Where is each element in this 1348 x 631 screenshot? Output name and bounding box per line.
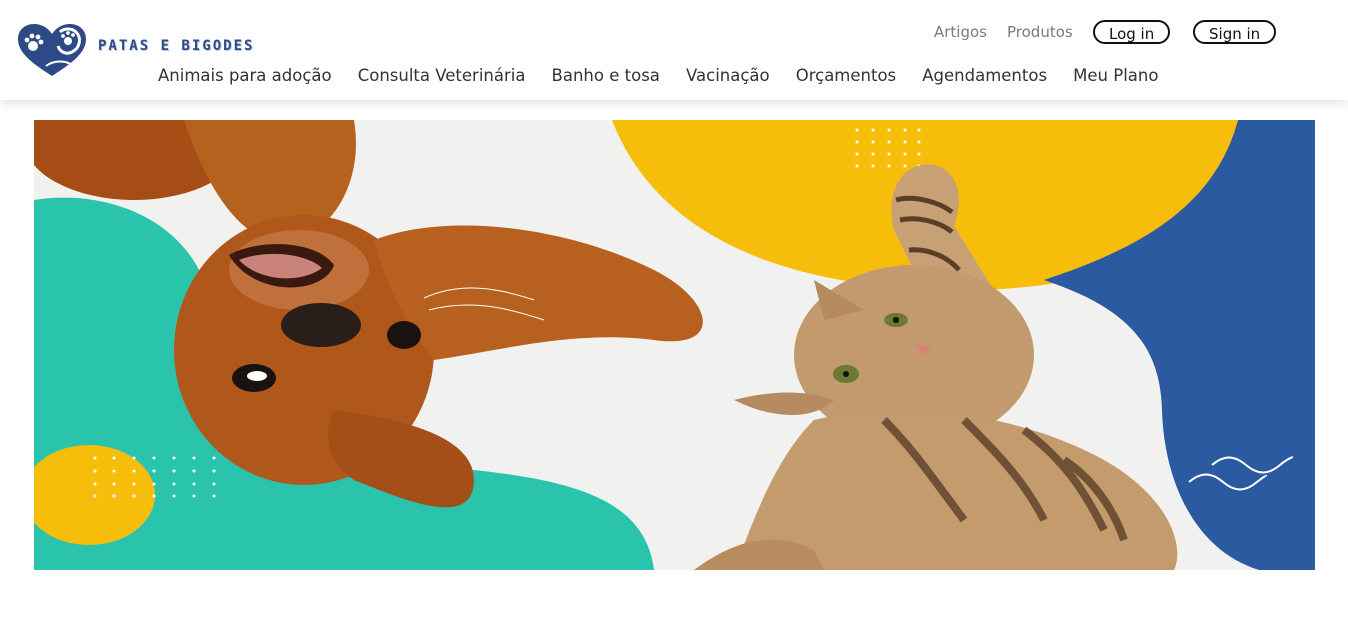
nav-item-agendamentos[interactable]: Agendamentos [922, 66, 1047, 85]
nav-item-banho-tosa[interactable]: Banho e tosa [552, 66, 660, 85]
heart-paw-icon [18, 24, 86, 76]
top-links: Artigos Produtos Log in Sign in [934, 20, 1277, 48]
signin-button[interactable]: Sign in [1193, 20, 1277, 44]
nav-item-adocao[interactable]: Animais para adoção [158, 66, 332, 85]
brand-name: PATAS E BIGODES [98, 38, 255, 54]
nav-item-vacinacao[interactable]: Vacinação [686, 66, 770, 85]
site-header: PATAS E BIGODES Artigos Produtos Log in … [0, 0, 1348, 100]
nav-item-consulta[interactable]: Consulta Veterinária [358, 66, 526, 85]
hero-banner [34, 120, 1315, 570]
produtos-link[interactable]: Produtos [1007, 23, 1073, 41]
nav-item-orcamentos[interactable]: Orçamentos [796, 66, 896, 85]
nav-item-meu-plano[interactable]: Meu Plano [1073, 66, 1158, 85]
hero-illustration [34, 120, 1315, 570]
main-nav: Animais para adoção Consulta Veterinária… [158, 66, 1179, 90]
login-button[interactable]: Log in [1093, 20, 1171, 44]
artigos-link[interactable]: Artigos [934, 23, 987, 41]
